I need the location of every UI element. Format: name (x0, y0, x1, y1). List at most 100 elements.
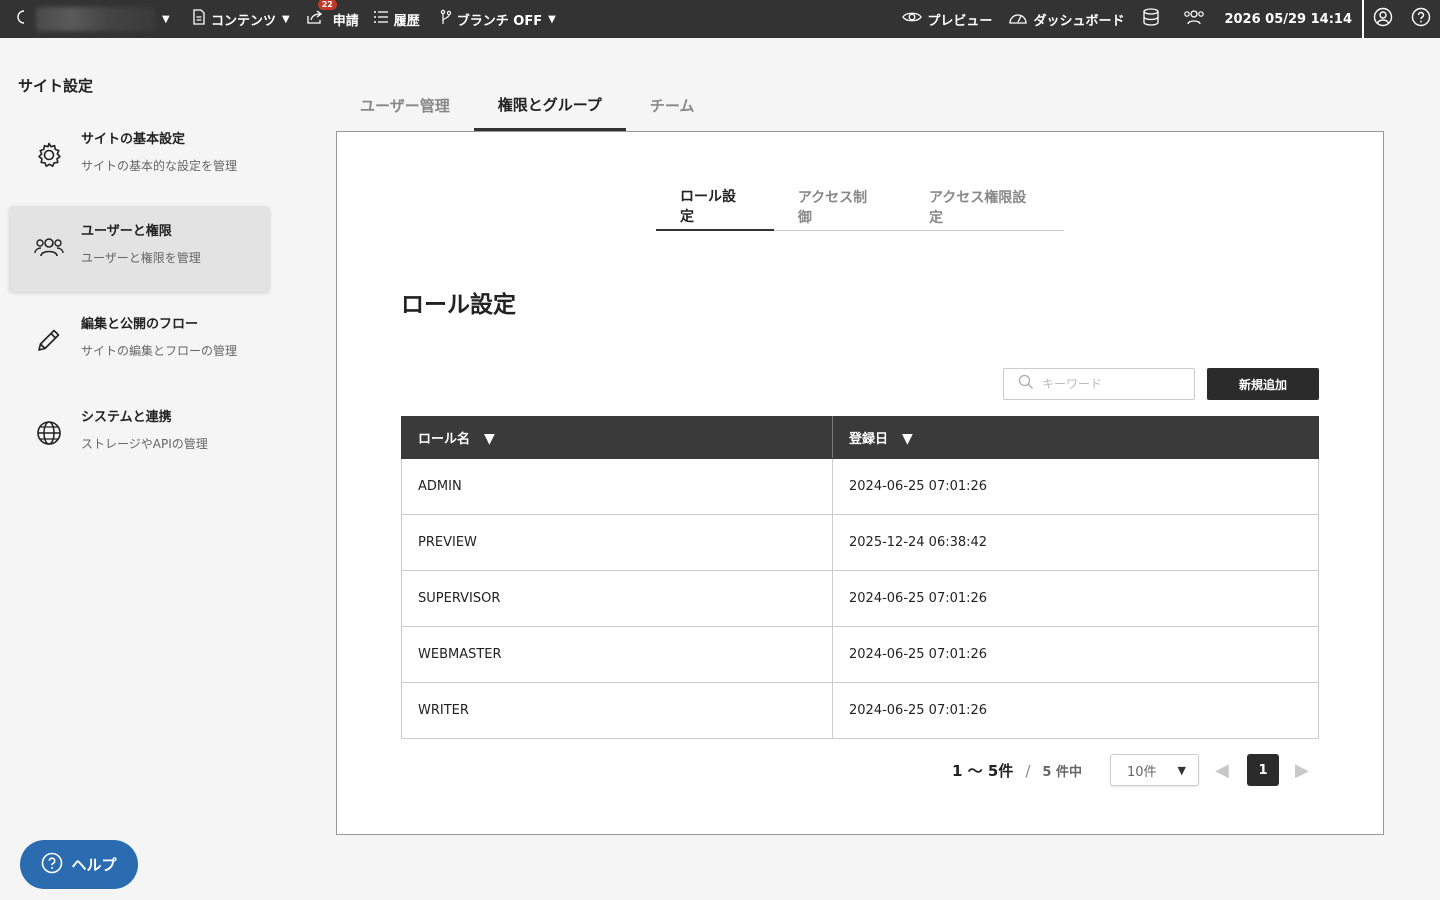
database-button[interactable] (1142, 8, 1165, 30)
globe-icon (16, 10, 31, 28)
sidebar-item-desc: ユーザーと権限を管理 (81, 251, 201, 265)
search-icon (1018, 374, 1034, 394)
chevron-down-icon: ▼ (1177, 763, 1186, 777)
registered-date-cell: 2024-06-25 07:01:26 (832, 682, 1319, 739)
help-button[interactable]: ヘルプ (20, 840, 138, 889)
requests-label: 申請 (332, 13, 359, 29)
globe-icon (34, 418, 64, 448)
separator: / (1025, 762, 1031, 780)
table-row[interactable]: WRITER 2024-06-25 07:01:26 (401, 682, 1319, 739)
dashboard-button[interactable]: ダッシュボード (1008, 10, 1124, 29)
share-icon (306, 9, 329, 29)
requests-badge: 22 (317, 0, 337, 10)
history-menu[interactable]: 履歴 (373, 10, 420, 29)
database-icon (1142, 8, 1165, 30)
registered-date-cell: 2025-12-24 06:38:42 (832, 514, 1319, 571)
user-circle-icon (1373, 7, 1393, 31)
main-tabs: ユーザー管理 権限とグループ チーム (336, 80, 718, 131)
preview-button[interactable]: プレビュー (902, 10, 992, 29)
sub-tabs: ロール設定 アクセス制御 アクセス権限設定 (656, 182, 1064, 231)
role-name-cell[interactable]: ADMIN (401, 458, 833, 515)
pagination: 1 〜 5件 / 5 件中 10件 ▼ ◀ 1 ▶ (337, 754, 1385, 786)
dashboard-label: ダッシュボード (1033, 13, 1125, 29)
roles-table: ロール名 ▼ 登録日 ▼ ADMIN 2024-06-25 07:01:26 PREV… (401, 416, 1319, 739)
contents-menu[interactable]: コンテンツ ▼ (192, 9, 290, 29)
users-icon (1183, 9, 1210, 29)
current-datetime: 2026 05/29 14:14 (1224, 11, 1352, 27)
users-button[interactable] (1183, 9, 1210, 29)
question-circle-icon (41, 852, 71, 878)
tab-permissions-groups[interactable]: 権限とグループ (473, 80, 626, 131)
sidebar-item-system-integration[interactable]: システムと連携 ストレージやAPIの管理 (9, 392, 270, 478)
gear-icon (34, 140, 64, 170)
sidebar-item-label: サイトの基本設定 (81, 132, 186, 147)
result-count: 1 〜 5件 / 5 件中 (952, 760, 1082, 781)
subtab-role-settings[interactable]: ロール設定 (656, 182, 774, 231)
list-icon (373, 10, 394, 28)
top-bar: ▼ コンテンツ ▼ 22 申請 履歴 ブランチ OFF ▼ プレビュー ダッシュ… (0, 0, 1440, 38)
subtab-access-control[interactable]: アクセス制御 (774, 182, 905, 231)
sidebar-item-label: システムと連携 (81, 410, 172, 425)
sidebar-item-users-permissions[interactable]: ユーザーと権限 ユーザーと権限を管理 (9, 206, 270, 292)
column-header-label: ロール名 (418, 432, 471, 447)
eye-icon (902, 10, 927, 28)
history-label: 履歴 (393, 13, 420, 29)
total-text: 5 件中 (1042, 765, 1082, 780)
pencil-icon (34, 325, 64, 355)
site-selector[interactable]: ▼ (16, 0, 178, 38)
preview-label: プレビュー (927, 13, 993, 29)
range-text: 1 〜 5件 (952, 762, 1014, 780)
tab-team[interactable]: チーム (626, 80, 719, 131)
sidebar-item-desc: サイトの基本的な設定を管理 (81, 159, 238, 173)
page-number-current[interactable]: 1 (1247, 754, 1279, 786)
role-name-cell[interactable]: PREVIEW (401, 514, 833, 571)
table-row[interactable]: PREVIEW 2025-12-24 06:38:42 (401, 514, 1319, 571)
next-page-icon[interactable]: ▶ (1295, 760, 1309, 781)
requests-menu[interactable]: 22 申請 (306, 0, 359, 29)
site-name-redacted (36, 7, 156, 31)
users-icon (34, 232, 64, 262)
registered-date-cell: 2024-06-25 07:01:26 (832, 626, 1319, 683)
sidebar-title: サイト設定 (18, 77, 94, 95)
chevron-down-icon: ▼ (162, 13, 170, 25)
tab-user-management[interactable]: ユーザー管理 (336, 80, 474, 131)
sidebar-item-desc: ストレージやAPIの管理 (81, 437, 208, 451)
sidebar-item-desc: サイトの編集とフローの管理 (81, 344, 238, 358)
content-panel: ロール設定 アクセス制御 アクセス権限設定 ロール設定 新規追加 ロール名 ▼ 登… (336, 131, 1384, 835)
table-row[interactable]: ADMIN 2024-06-25 07:01:26 (401, 458, 1319, 515)
sidebar-item-site-basic[interactable]: サイトの基本設定 サイトの基本的な設定を管理 (9, 114, 270, 200)
search-input[interactable] (1042, 377, 1182, 391)
column-header-label: 登録日 (849, 432, 889, 447)
per-page-value: 10件 (1127, 764, 1157, 780)
per-page-select[interactable]: 10件 ▼ (1110, 754, 1199, 786)
table-header-row: ロール名 ▼ 登録日 ▼ (401, 416, 1319, 459)
contents-label: コンテンツ (211, 13, 277, 29)
document-icon (192, 9, 211, 29)
column-header-registered-date[interactable]: 登録日 ▼ (832, 416, 1319, 459)
role-name-cell[interactable]: WEBMASTER (401, 626, 833, 683)
question-circle-icon (1411, 7, 1431, 31)
table-row[interactable]: SUPERVISOR 2024-06-25 07:01:26 (401, 570, 1319, 627)
table-row[interactable]: WEBMASTER 2024-06-25 07:01:26 (401, 626, 1319, 683)
registered-date-cell: 2024-06-25 07:01:26 (832, 458, 1319, 515)
help-icon-button[interactable] (1402, 0, 1440, 38)
sidebar-item-edit-publish-flow[interactable]: 編集と公開のフロー サイトの編集とフローの管理 (9, 299, 270, 385)
help-label: ヘルプ (71, 856, 117, 874)
prev-page-icon[interactable]: ◀ (1215, 760, 1229, 781)
column-header-role-name[interactable]: ロール名 ▼ (401, 416, 833, 459)
chevron-down-icon: ▼ (282, 13, 290, 25)
registered-date-cell: 2024-06-25 07:01:26 (832, 570, 1319, 627)
role-name-cell[interactable]: SUPERVISOR (401, 570, 833, 627)
sort-down-icon[interactable]: ▼ (484, 431, 495, 447)
search-box (1003, 368, 1195, 400)
gauge-icon (1008, 10, 1033, 28)
sort-down-icon[interactable]: ▼ (902, 431, 913, 447)
branch-icon (440, 9, 457, 29)
subtab-access-permission-settings[interactable]: アクセス権限設定 (905, 182, 1064, 231)
branch-menu[interactable]: ブランチ OFF ▼ (440, 9, 556, 29)
add-new-button[interactable]: 新規追加 (1207, 368, 1319, 400)
sidebar-item-label: ユーザーと権限 (81, 224, 172, 239)
role-name-cell[interactable]: WRITER (401, 682, 833, 739)
account-button[interactable] (1364, 0, 1402, 38)
page-title: ロール設定 (401, 292, 516, 318)
